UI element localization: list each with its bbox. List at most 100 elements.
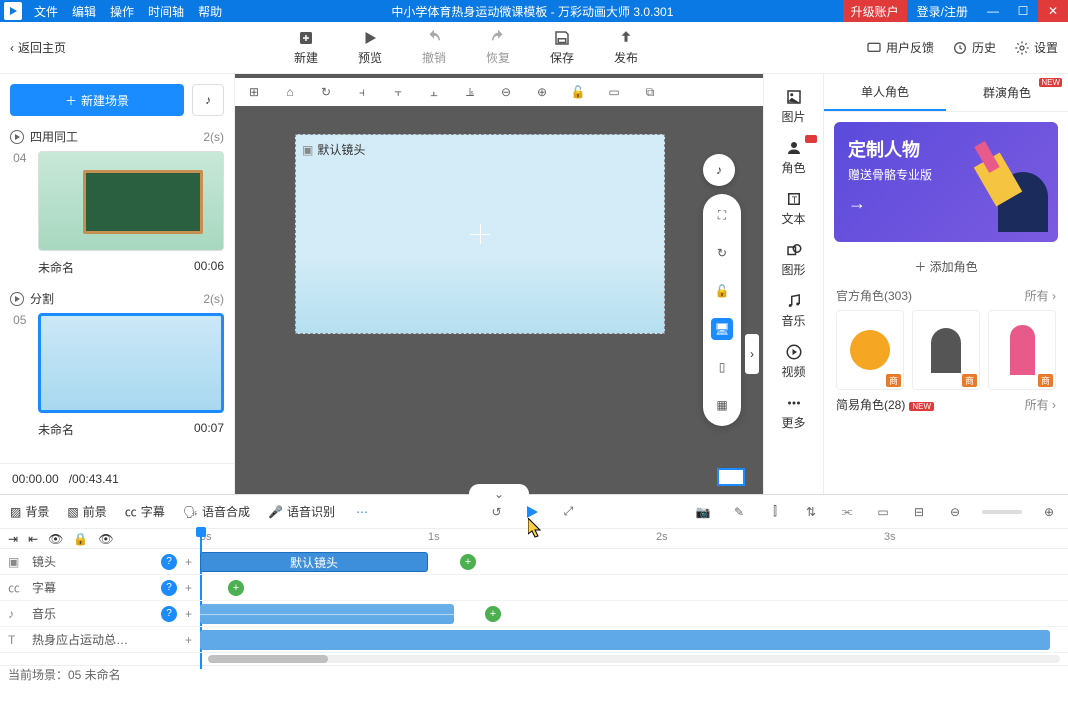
layer-icon[interactable]: ▭ [605,83,623,101]
side-video[interactable]: 视频 [764,339,823,384]
tab-group-role[interactable]: 群演角色NEW [946,74,1068,111]
add-track-icon[interactable]: + [185,581,192,595]
tab-background[interactable]: ▨背景 [10,503,49,520]
play-icon[interactable] [10,292,24,306]
music-float-button[interactable]: ♪ [703,154,735,186]
zoom-in-icon[interactable]: ⊕ [533,83,551,101]
desktop-icon[interactable]: 🖥 [711,318,733,340]
minimize-button[interactable]: — [978,0,1008,22]
import-icon[interactable]: ⇥ [8,532,18,546]
track-camera[interactable]: 默认镜头+ [200,549,1068,574]
scene-thumb-05[interactable] [38,313,224,413]
edit-icon[interactable]: ✎ [730,503,748,521]
more-icon[interactable]: ⋯ [353,503,371,521]
frame-icon[interactable]: ▭ [874,503,892,521]
split-icon[interactable]: ⊟ [910,503,928,521]
menu-help[interactable]: 帮助 [198,3,222,20]
add-clip-button[interactable]: + [228,580,244,596]
add-clip-button[interactable]: + [485,606,501,622]
section-all-button[interactable]: 所有 › [1025,396,1056,413]
side-role[interactable]: 角色 [764,135,823,180]
undo-button[interactable]: 撤销 [422,29,446,66]
menu-timeline[interactable]: 时间轴 [148,3,184,20]
zoom-in-icon[interactable]: ⊕ [1040,503,1058,521]
back-home-button[interactable]: ‹ 返回主页 [10,39,66,56]
scene-thumb-04[interactable] [38,151,224,251]
scroll-thumb[interactable] [208,655,328,663]
home-icon[interactable]: ⌂ [281,83,299,101]
side-text[interactable]: T文本 [764,186,823,231]
add-clip-button[interactable]: + [460,554,476,570]
history-button[interactable]: 历史 [952,39,996,56]
collapse-bottom-button[interactable]: ⌄ [469,484,529,504]
unlock-icon[interactable]: 🔓 [711,280,733,302]
save-button[interactable]: 保存 [550,29,574,66]
lock-icon[interactable]: 🔓 [569,83,587,101]
section-all-button[interactable]: 所有 › [1025,287,1056,304]
add-role-button[interactable]: ＋ 添加角色 [824,252,1068,281]
copy-icon[interactable]: ⧉ [641,83,659,101]
settings-button[interactable]: 设置 [1014,39,1058,56]
clip-text[interactable] [200,630,1050,650]
tab-subtitle[interactable]: ㏄字幕 [125,503,165,520]
align-center-icon[interactable]: ⫟ [389,83,407,101]
upgrade-button[interactable]: 升级账户 [843,0,907,22]
rotate-icon[interactable]: ↻ [711,242,733,264]
side-more[interactable]: 更多 [764,390,823,435]
zoom-out-icon[interactable]: ⊖ [497,83,515,101]
add-track-icon[interactable]: + [185,607,192,621]
login-button[interactable]: 登录/注册 [907,3,978,20]
publish-button[interactable]: 发布 [614,29,638,66]
rewind-icon[interactable]: ↺ [487,503,505,521]
help-icon[interactable]: ? [161,606,177,622]
tab-foreground[interactable]: ▧前景 [67,503,106,520]
scene-music-button[interactable]: ♪ [192,84,224,116]
new-button[interactable]: 新建 [294,29,318,66]
tab-asr[interactable]: 🎤语音识别 [268,503,335,520]
eye-icon[interactable]: 👁 [48,532,63,546]
track-text[interactable] [200,627,1068,652]
side-music[interactable]: 音乐 [764,288,823,333]
add-track-icon[interactable]: + [185,633,192,647]
preview-button[interactable]: 预览 [358,29,382,66]
role-card[interactable]: 商 [988,310,1056,390]
track-subtitle[interactable]: + [200,575,1068,600]
close-button[interactable]: ✕ [1038,0,1068,22]
maximize-button[interactable]: ☐ [1008,0,1038,22]
clip-music[interactable] [200,604,454,624]
ruler-icon[interactable]: ⊞ [245,83,263,101]
align-left-icon[interactable]: ⫞ [353,83,371,101]
help-icon[interactable]: ? [161,580,177,596]
collapse-right-button[interactable]: › [745,334,759,374]
export-icon[interactable]: ⇤ [28,532,38,546]
redo-button[interactable]: 恢复 [486,29,510,66]
menu-edit[interactable]: 编辑 [72,3,96,20]
tab-single-role[interactable]: 单人角色 [824,74,946,111]
minimap[interactable] [717,468,745,486]
camera-icon[interactable]: 📷 [694,503,712,521]
h-scrollbar[interactable] [208,655,1060,663]
lock-icon[interactable]: 🔒 [73,532,88,546]
menu-file[interactable]: 文件 [34,3,58,20]
help-icon[interactable]: ? [161,554,177,570]
role-card[interactable]: 商 [836,310,904,390]
feedback-button[interactable]: 用户反馈 [866,39,934,56]
visible-icon[interactable]: 👁 [98,532,113,546]
rotate-icon[interactable]: ↻ [317,83,335,101]
new-scene-button[interactable]: ＋新建场景 [10,84,184,116]
sort-icon[interactable]: ⇅ [802,503,820,521]
mobile-icon[interactable]: ▯ [711,356,733,378]
filter-icon[interactable]: ⫿ [766,503,784,521]
add-track-icon[interactable]: + [185,555,192,569]
play-icon[interactable] [10,130,24,144]
align-top-icon[interactable]: ⫡ [461,83,479,101]
tab-tts[interactable]: 🗣语音合成 [183,503,250,520]
play-button[interactable] [523,503,541,521]
track-music[interactable]: + [200,601,1068,626]
role-card[interactable]: 商 [912,310,980,390]
expand-icon[interactable]: ⤢ [559,503,577,521]
time-ruler[interactable]: 0s 1s 2s 3s [200,529,1068,548]
fullscreen-icon[interactable]: ⛶ [711,204,733,226]
canvas[interactable]: ⊞ ⌂ ↻ ⫞ ⫟ ⫠ ⫡ ⊖ ⊕ 🔓 ▭ ⧉ ▣ 默认镜头 ♪ ⛶ ↻ 🔓 🖥… [235,74,763,494]
zoom-slider[interactable] [982,510,1022,514]
